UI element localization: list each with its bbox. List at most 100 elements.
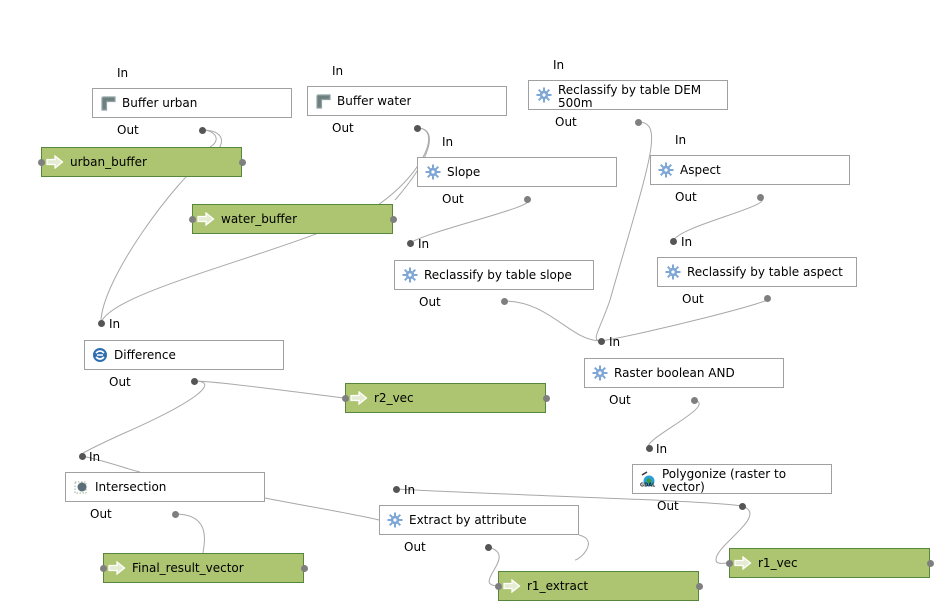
output-port[interactable]	[757, 194, 764, 201]
output-port-label: Out	[442, 192, 464, 206]
output-input-port[interactable]	[495, 583, 502, 590]
algorithm-node-intersection[interactable]: Intersection	[65, 472, 265, 502]
output-arrow-icon	[46, 154, 64, 170]
output-port[interactable]	[414, 125, 421, 132]
algorithm-node-polygonize[interactable]: GDAL Polygonize (raster to vector)	[632, 464, 832, 494]
output-port-label: Out	[117, 123, 139, 137]
input-port-label: In	[553, 58, 565, 72]
algorithm-node-reclass-aspect[interactable]: Reclassify by table aspect	[657, 257, 857, 287]
algorithm-label: Buffer urban	[122, 96, 198, 110]
output-side-port[interactable]	[543, 395, 550, 402]
algorithm-label: Reclassify by table DEM 500m	[558, 83, 702, 110]
output-label: r1_extract	[527, 579, 589, 593]
output-port[interactable]	[172, 511, 179, 518]
connection-line	[595, 121, 653, 342]
gear-icon	[665, 264, 681, 280]
output-port[interactable]	[501, 298, 508, 305]
gear-icon	[592, 365, 608, 381]
gear-icon	[658, 162, 674, 178]
output-label: r1_vec	[758, 556, 798, 570]
gdal-icon: GDAL	[640, 471, 656, 487]
input-port[interactable]	[79, 453, 86, 460]
output-node-r1-vec[interactable]: r1_vec	[729, 548, 930, 578]
algorithm-label: Difference	[114, 348, 176, 362]
algorithm-node-raster-and[interactable]: Raster boolean AND	[584, 358, 784, 388]
intersection-icon	[73, 479, 89, 495]
model-canvas[interactable]: Buffer urban In Out Buffer water In Out Reclas…	[0, 0, 941, 613]
algorithm-label: Polygonize (raster to vector)	[662, 467, 787, 494]
algorithm-node-reclass-slope[interactable]: Reclassify by table slope	[394, 260, 594, 290]
algorithm-label: Reclassify by table aspect	[687, 265, 843, 279]
algorithm-label: Reclassify by table slope	[424, 268, 572, 282]
algorithm-label: Slope	[447, 165, 481, 179]
output-arrow-icon	[350, 390, 368, 406]
output-port[interactable]	[764, 295, 771, 302]
algorithm-label: Extract by attribute	[409, 513, 527, 527]
output-port[interactable]	[199, 127, 206, 134]
output-label: urban_buffer	[70, 155, 147, 169]
output-port-label: Out	[682, 292, 704, 306]
connection-line	[193, 380, 346, 399]
input-port-label: In	[681, 235, 693, 249]
algorithm-node-aspect[interactable]: Aspect	[650, 155, 850, 185]
output-input-port[interactable]	[189, 216, 196, 223]
output-label: r2_vec	[374, 391, 414, 405]
input-port[interactable]	[670, 238, 677, 245]
input-port[interactable]	[646, 445, 653, 452]
output-arrow-icon	[197, 211, 215, 227]
output-label: Final_result_vector	[132, 561, 244, 575]
algorithm-label: Buffer water	[337, 94, 412, 108]
input-port-label: In	[404, 483, 416, 497]
gear-icon	[387, 512, 403, 528]
gear-icon	[536, 87, 552, 103]
output-node-r1-extract[interactable]: r1_extract	[498, 571, 699, 601]
output-input-port[interactable]	[342, 395, 349, 402]
output-arrow-icon	[734, 555, 752, 571]
output-side-port[interactable]	[390, 216, 397, 223]
output-port-label: Out	[404, 540, 426, 554]
algorithm-node-extract[interactable]: Extract by attribute	[379, 505, 579, 535]
output-port-label: Out	[109, 375, 131, 389]
connection-line	[503, 300, 602, 342]
algorithm-node-buffer-urban[interactable]: Buffer urban	[92, 88, 292, 118]
output-input-port[interactable]	[726, 560, 733, 567]
output-input-port[interactable]	[38, 159, 45, 166]
output-node-r2-vec[interactable]: r2_vec	[345, 383, 546, 413]
output-input-port[interactable]	[100, 565, 107, 572]
input-port-label: In	[656, 442, 668, 456]
input-port-label: In	[609, 335, 621, 349]
output-port[interactable]	[635, 119, 642, 126]
input-port[interactable]	[393, 486, 400, 493]
output-side-port[interactable]	[301, 565, 308, 572]
input-port[interactable]	[407, 240, 414, 247]
input-port-label: In	[442, 135, 454, 149]
output-port[interactable]	[485, 544, 492, 551]
algorithm-label: Raster boolean AND	[614, 366, 735, 380]
output-port-label: Out	[419, 295, 441, 309]
connection-line	[174, 513, 205, 554]
gear-icon	[425, 164, 441, 180]
output-node-final-result-vector[interactable]: Final_result_vector	[103, 553, 304, 583]
buffer-icon	[100, 95, 116, 111]
output-node-water-buffer[interactable]: water_buffer	[192, 204, 393, 234]
output-port[interactable]	[524, 196, 531, 203]
output-port-label: Out	[609, 393, 631, 407]
output-port[interactable]	[739, 503, 746, 510]
input-port[interactable]	[98, 320, 105, 327]
input-port[interactable]	[598, 338, 605, 345]
algorithm-label: Aspect	[680, 163, 721, 177]
algorithm-node-reclass-dem[interactable]: Reclassify by table DEM 500m	[528, 80, 728, 110]
input-port-label: In	[117, 66, 129, 80]
output-arrow-icon	[108, 560, 126, 576]
algorithm-node-buffer-water[interactable]: Buffer water	[307, 86, 507, 116]
algorithm-node-difference[interactable]: Difference	[84, 340, 284, 370]
output-side-port[interactable]	[696, 583, 703, 590]
output-port[interactable]	[191, 378, 198, 385]
difference-icon	[92, 347, 108, 363]
algorithm-node-slope[interactable]: Slope	[417, 157, 617, 187]
output-side-port[interactable]	[239, 159, 246, 166]
connection-line	[574, 534, 589, 561]
output-port[interactable]	[691, 397, 698, 404]
output-node-urban-buffer[interactable]: urban_buffer	[41, 147, 242, 177]
output-side-port[interactable]	[927, 560, 934, 567]
